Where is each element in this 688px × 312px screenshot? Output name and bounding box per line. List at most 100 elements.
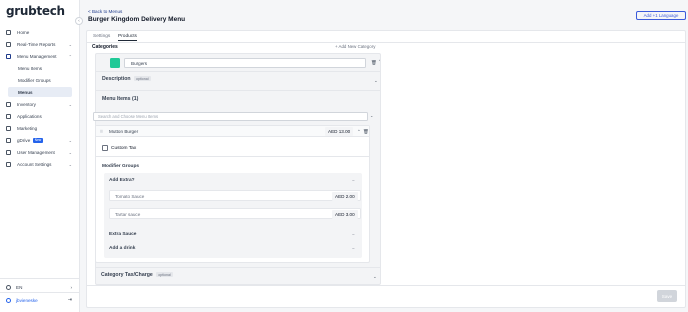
modifier-group-title[interactable]: Add a drink — [109, 246, 135, 251]
sidebar-item-label: Real-Time Reports — [17, 41, 56, 47]
sidebar-item-label: Marketing — [17, 125, 38, 131]
divider — [0, 278, 80, 279]
modifier-group-title[interactable]: Extra Sauce — [109, 232, 136, 237]
chevron-down-icon: ⌄ — [68, 137, 72, 143]
sidebar-item-label: Home — [17, 29, 30, 35]
footer-divider — [87, 285, 685, 286]
chevron-down-icon[interactable]: ⌄ — [373, 274, 377, 280]
chevron-down-icon: ⌄ — [370, 113, 374, 118]
sidebar-item-inventory[interactable]: Inventory ⌄ — [4, 99, 74, 109]
custom-tax-checkbox[interactable] — [102, 145, 108, 151]
users-icon — [6, 149, 11, 155]
category-tax-section[interactable]: Category Tax/Charge optional — [101, 272, 173, 278]
menu-item-header: ⠿ Mutton Burger AED 13.00 ⌃ 🗑 — [96, 126, 369, 137]
tab-settings[interactable]: Settings — [93, 34, 110, 39]
modifier-option-name: Tartar sauce — [115, 212, 141, 217]
chevron-right-icon: › — [70, 284, 72, 290]
collapse-icon[interactable]: − — [352, 178, 355, 183]
description-section[interactable]: Description optional — [102, 76, 151, 82]
menu-item-name: Mutton Burger — [109, 129, 139, 134]
sidebar-item-label: Menu Management — [17, 53, 57, 59]
divider — [96, 90, 380, 91]
chevron-up-icon[interactable]: ⌃ — [357, 129, 361, 135]
sidebar-item-reports[interactable]: Real-Time Reports ⌄ — [4, 39, 74, 49]
user-profile[interactable]: jbvieneske ⇥ — [4, 295, 74, 305]
sidebar-item-home[interactable]: Home — [4, 27, 74, 37]
menu-book-icon — [6, 53, 11, 59]
gear-icon — [6, 161, 11, 167]
divider — [96, 156, 369, 157]
sidebar-subitem-menus[interactable]: Menus — [8, 87, 72, 97]
sidebar-subitem-menu-items[interactable]: Menu Items — [8, 63, 72, 73]
modifier-group-title[interactable]: Add Extra? — [109, 178, 135, 183]
back-to-menus-link[interactable]: < Back to Menus — [88, 9, 122, 14]
sidebar-item-marketing[interactable]: Marketing — [4, 123, 74, 133]
megaphone-icon — [6, 125, 11, 131]
sidebar-subitem-label: Menu Items — [18, 65, 42, 71]
modifier-option-row: Tartar sauce AED 3.00 — [109, 208, 361, 219]
monitor-icon — [6, 113, 11, 119]
modifier-option-price: AED 2.00 — [332, 191, 358, 201]
new-badge: New — [33, 137, 43, 143]
category-color-swatch[interactable] — [110, 58, 120, 68]
divider — [95, 267, 381, 268]
language-selector[interactable]: EN › — [4, 282, 74, 292]
collapse-icon[interactable]: − — [352, 232, 355, 237]
chevron-up-icon[interactable]: ⌃ — [378, 59, 380, 65]
globe-icon — [6, 284, 11, 290]
menu-item-search-input[interactable]: Search and Choose Menu Items — [93, 112, 368, 121]
optional-badge: optional — [134, 76, 151, 82]
custom-tax-label: Custom Tax — [111, 146, 137, 151]
description-label: Description — [102, 76, 131, 82]
language-label: EN — [16, 284, 23, 290]
modifier-groups-list: Add Extra? − Tomato Sauce AED 2.00 Tarta… — [104, 173, 362, 258]
chevron-down-icon: ⌄ — [68, 161, 72, 167]
collapse-sidebar-button[interactable]: ‹ — [75, 17, 83, 25]
modifier-groups-label: Modifier Groups — [102, 164, 140, 169]
modifier-option-name: Tomato Sauce — [115, 194, 145, 199]
home-icon — [6, 29, 11, 35]
add-category-button[interactable]: + Add New Category — [335, 44, 375, 49]
box-icon — [6, 101, 11, 107]
drag-handle-icon[interactable]: ⠿ — [100, 129, 103, 134]
tab-products[interactable]: Products — [118, 34, 137, 41]
sidebar: grubtech Home Real-Time Reports ⌄ Menu M… — [0, 0, 80, 312]
categories-label: Categories — [92, 44, 118, 50]
menu-item-card: ⠿ Mutton Burger AED 13.00 ⌃ 🗑 Custom Tax… — [95, 125, 370, 263]
divider — [96, 71, 380, 72]
sidebar-subitem-label: Modifier Groups — [18, 77, 51, 83]
add-language-button[interactable]: Add +1 Language — [636, 11, 686, 20]
modifier-option-price: AED 3.00 — [332, 209, 358, 219]
sidebar-item-label: User Management — [17, 149, 55, 155]
save-button[interactable]: Save — [657, 290, 677, 302]
sidebar-subitem-label: Menus — [18, 89, 33, 95]
divider — [0, 292, 80, 293]
main-card: Settings Products Categories + Add New C… — [86, 30, 686, 308]
sidebar-item-menu-management[interactable]: Menu Management ⌃ — [4, 51, 74, 61]
cart-icon — [6, 137, 11, 143]
sidebar-item-label: Applications — [17, 113, 42, 119]
chevron-up-icon: ⌃ — [68, 53, 72, 59]
page-title: Burger Kingdom Delivery Menu — [88, 16, 186, 23]
sidebar-item-account-settings[interactable]: Account Settings ⌄ — [4, 159, 74, 169]
sidebar-subitem-modifier-groups[interactable]: Modifier Groups — [8, 75, 72, 85]
chevron-down-icon[interactable]: ⌄ — [374, 78, 378, 84]
category-tax-label: Category Tax/Charge — [101, 272, 153, 278]
logo: grubtech — [6, 4, 65, 18]
logout-icon[interactable]: ⇥ — [68, 297, 72, 303]
chevron-down-icon: ⌄ — [68, 41, 72, 47]
modifier-option-row: Tomato Sauce AED 2.00 — [109, 190, 361, 201]
sidebar-item-label: Account Settings — [17, 161, 52, 167]
category-name-input[interactable]: Burgers — [124, 58, 366, 68]
sidebar-item-applications[interactable]: Applications — [4, 111, 74, 121]
collapse-icon[interactable]: − — [352, 246, 355, 251]
user-name: jbvieneske — [16, 297, 38, 303]
sidebar-item-gdrive[interactable]: gDrive New ⌄ — [4, 135, 74, 145]
trash-icon[interactable]: 🗑 — [371, 60, 377, 66]
chevron-down-icon: ⌄ — [68, 101, 72, 107]
menu-items-label: Menu Items (1) — [102, 96, 139, 102]
trash-icon[interactable]: 🗑 — [363, 129, 369, 135]
sidebar-item-user-management[interactable]: User Management ⌄ — [4, 147, 74, 157]
sidebar-item-label: Inventory — [17, 101, 36, 107]
chevron-down-icon: ⌄ — [68, 149, 72, 155]
